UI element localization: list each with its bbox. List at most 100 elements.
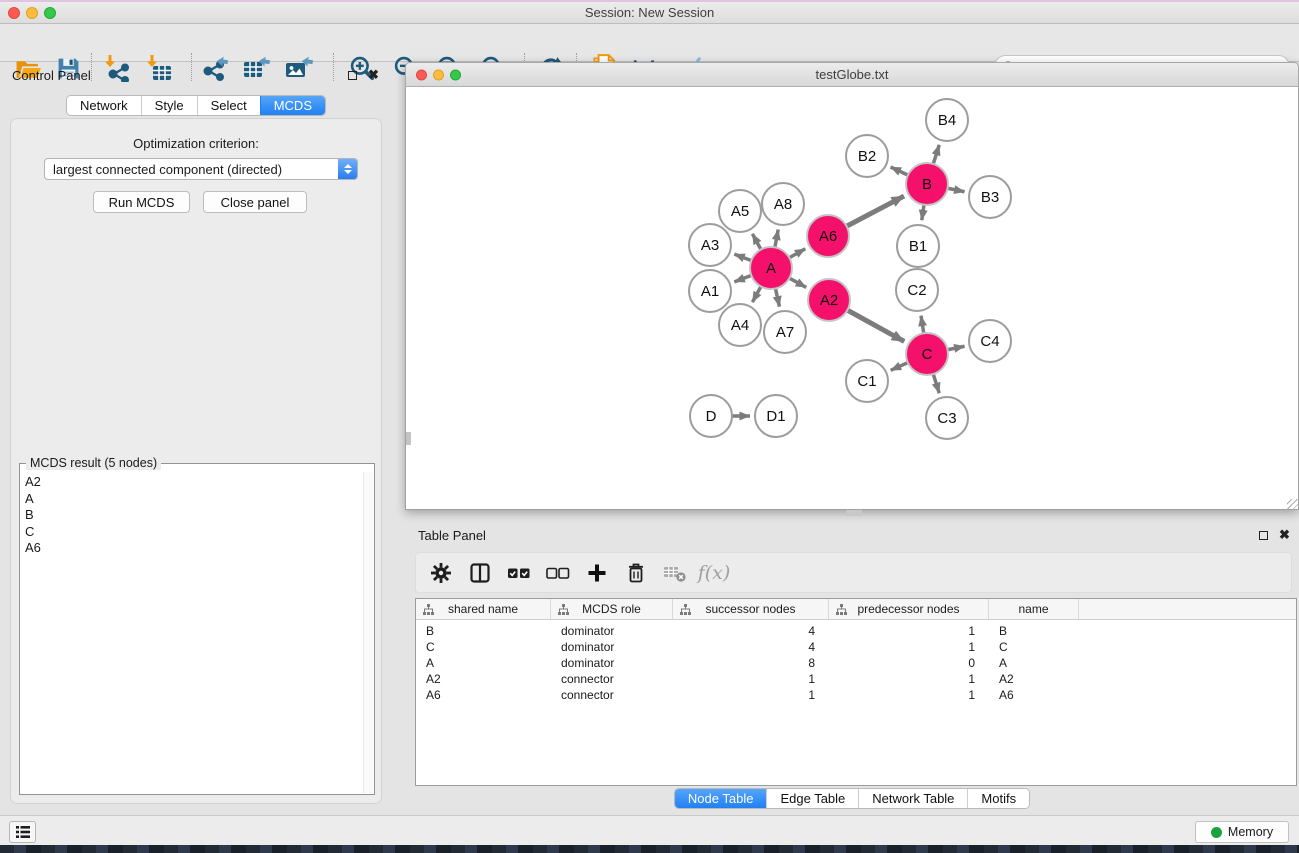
table-cell[interactable]: C	[416, 639, 551, 655]
table-cell[interactable]: 1	[673, 671, 829, 687]
table-cell[interactable]: C	[989, 639, 1079, 655]
zoom-traffic-light[interactable]	[44, 7, 56, 19]
network-graph[interactable]: B4 B2 B B3 A5A8A6 B1 A3 A C2 A1 A2 A4A7 C4 C C1 C3 D D1	[406, 87, 1298, 508]
graph-node-A5[interactable]: A5	[719, 190, 761, 232]
column-header-MCDS-role[interactable]: MCDS role	[551, 599, 673, 619]
deselect-all-icon[interactable]	[545, 560, 571, 586]
optimization-criterion-dropdown[interactable]: largest connected component (directed)	[44, 158, 358, 180]
run-mcds-button[interactable]: Run MCDS	[93, 191, 190, 213]
table-cell[interactable]: A	[989, 655, 1079, 671]
close-panel-button[interactable]: Close panel	[203, 191, 307, 213]
mcds-result-item[interactable]: A6	[25, 540, 373, 557]
mcds-result-scrollbar[interactable]	[363, 472, 373, 793]
network-vertical-scrollbar[interactable]	[406, 432, 411, 445]
network-horizontal-scrollbar[interactable]	[846, 510, 862, 516]
add-column-icon[interactable]	[584, 560, 610, 586]
graph-node-A3[interactable]: A3	[689, 224, 731, 266]
column-header-predecessor-nodes[interactable]: predecessor nodes	[829, 599, 989, 619]
graph-node-B[interactable]: B	[906, 163, 948, 205]
graph-node-C[interactable]: C	[906, 333, 948, 375]
table-row[interactable]: Adominator80A	[416, 655, 1296, 671]
table-cell[interactable]: A6	[989, 687, 1079, 703]
table-settings-icon[interactable]	[428, 560, 454, 586]
graph-node-D1[interactable]: D1	[755, 395, 797, 437]
column-header-shared-name[interactable]: shared name	[416, 599, 551, 619]
tab-edge-table[interactable]: Edge Table	[766, 789, 858, 808]
table-cell[interactable]: dominator	[551, 639, 673, 655]
graph-node-C4[interactable]: C4	[969, 320, 1011, 362]
graph-node-A8[interactable]: A8	[762, 183, 804, 225]
graph-node-A1[interactable]: A1	[689, 270, 731, 312]
window-resize-handle[interactable]	[1287, 499, 1298, 510]
table-cell[interactable]: 1	[829, 671, 989, 687]
tab-node-table[interactable]: Node Table	[675, 789, 767, 808]
close-panel-icon[interactable]: ✖	[367, 69, 380, 82]
mcds-result-item[interactable]: A	[25, 491, 373, 508]
close-traffic-light[interactable]	[8, 7, 20, 19]
mcds-result-item[interactable]: B	[25, 507, 373, 524]
graph-node-C2[interactable]: C2	[896, 269, 938, 311]
network-close-traffic-light[interactable]	[416, 69, 427, 80]
table-cell[interactable]: 1	[829, 639, 989, 655]
table-row[interactable]: Cdominator41C	[416, 639, 1296, 655]
graph-node-A7[interactable]: A7	[764, 311, 806, 353]
node-table[interactable]: shared nameMCDS rolesuccessor nodesprede…	[415, 598, 1297, 786]
graph-node-A4[interactable]: A4	[719, 304, 761, 346]
tab-mcds[interactable]: MCDS	[260, 96, 325, 115]
table-cell[interactable]: 0	[829, 655, 989, 671]
graph-node-A2[interactable]: A2	[808, 279, 850, 321]
table-cell[interactable]: A2	[416, 671, 551, 687]
table-cell[interactable]: A	[416, 655, 551, 671]
float-table-panel-icon[interactable]	[1257, 529, 1270, 542]
graph-node-D[interactable]: D	[690, 395, 732, 437]
table-cell[interactable]: 8	[673, 655, 829, 671]
table-cell[interactable]: 1	[673, 687, 829, 703]
float-panel-icon[interactable]	[346, 69, 359, 82]
delete-column-icon[interactable]	[623, 560, 649, 586]
table-cell[interactable]: 1	[829, 687, 989, 703]
column-icon[interactable]	[467, 560, 493, 586]
table-row[interactable]: Bdominator41B	[416, 623, 1296, 639]
graph-node-B2[interactable]: B2	[846, 135, 888, 177]
tab-motifs[interactable]: Motifs	[967, 789, 1029, 808]
table-cell[interactable]: dominator	[551, 655, 673, 671]
mcds-result-list[interactable]: A2ABCA6	[21, 472, 373, 793]
table-cell[interactable]: 1	[829, 623, 989, 639]
graph-node-B3[interactable]: B3	[969, 176, 1011, 218]
graph-node-B1[interactable]: B1	[897, 225, 939, 267]
delete-table-icon[interactable]	[662, 560, 688, 586]
table-cell[interactable]: B	[989, 623, 1079, 639]
function-builder-icon[interactable]: f(x)	[701, 560, 727, 586]
close-table-panel-icon[interactable]: ✖	[1278, 529, 1291, 542]
graph-node-B4[interactable]: B4	[926, 99, 968, 141]
graph-node-C3[interactable]: C3	[926, 397, 968, 439]
table-cell[interactable]: connector	[551, 671, 673, 687]
graph-node-A[interactable]: A	[750, 247, 792, 289]
graph-node-A6[interactable]: A6	[807, 215, 849, 257]
column-header-name[interactable]: name	[989, 599, 1079, 619]
tab-network-table[interactable]: Network Table	[858, 789, 967, 808]
network-canvas[interactable]: B4 B2 B B3 A5A8A6 B1 A3 A C2 A1 A2 A4A7 C4 C C1 C3 D D1	[405, 87, 1299, 510]
table-cell[interactable]: 4	[673, 639, 829, 655]
table-cell[interactable]: A6	[416, 687, 551, 703]
table-cell[interactable]: B	[416, 623, 551, 639]
network-minimize-traffic-light[interactable]	[433, 69, 444, 80]
tab-style[interactable]: Style	[141, 96, 197, 115]
column-header-successor-nodes[interactable]: successor nodes	[673, 599, 829, 619]
select-all-icon[interactable]	[506, 560, 532, 586]
table-row[interactable]: A2connector11A2	[416, 671, 1296, 687]
table-cell[interactable]: 4	[673, 623, 829, 639]
mcds-result-item[interactable]: C	[25, 524, 373, 541]
network-zoom-traffic-light[interactable]	[450, 69, 461, 80]
minimize-traffic-light[interactable]	[26, 7, 38, 19]
table-cell[interactable]: connector	[551, 687, 673, 703]
table-row[interactable]: A6connector11A6	[416, 687, 1296, 703]
tab-network[interactable]: Network	[67, 96, 141, 115]
task-history-button[interactable]	[9, 821, 36, 843]
memory-button[interactable]: Memory	[1195, 821, 1289, 843]
graph-node-C1[interactable]: C1	[846, 360, 888, 402]
table-cell[interactable]: dominator	[551, 623, 673, 639]
table-cell[interactable]: A2	[989, 671, 1079, 687]
tab-select[interactable]: Select	[197, 96, 260, 115]
network-window-titlebar[interactable]: testGlobe.txt	[405, 62, 1299, 87]
